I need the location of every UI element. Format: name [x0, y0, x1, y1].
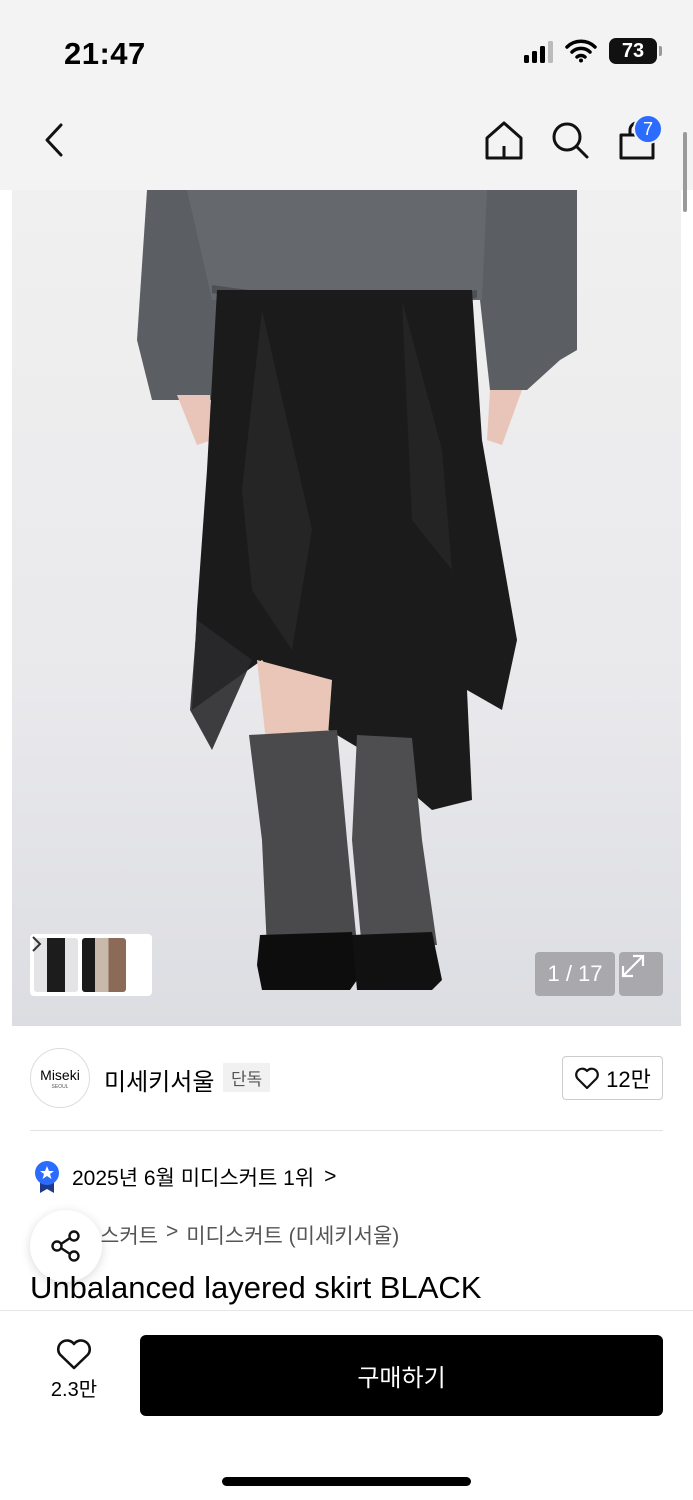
- cart-button[interactable]: 7: [615, 114, 663, 162]
- ranking-chevron: >: [324, 1165, 337, 1188]
- back-button[interactable]: [34, 118, 74, 162]
- home-indicator[interactable]: [222, 1477, 471, 1486]
- ranking-badge-icon: [35, 1161, 59, 1193]
- heart-icon: [575, 1067, 600, 1090]
- brand-like-button[interactable]: 12만: [562, 1056, 663, 1100]
- search-icon: [552, 122, 589, 159]
- share-icon: [51, 1230, 80, 1262]
- image-page-counter: 1 / 17: [535, 952, 615, 996]
- thumbnail-image[interactable]: [82, 938, 126, 992]
- thumbnail-strip[interactable]: [30, 934, 152, 996]
- brand-logo-subtext: SEOUL: [51, 1083, 69, 1090]
- search-button[interactable]: [548, 118, 592, 162]
- heart-icon: [57, 1339, 91, 1370]
- wifi-icon: [565, 39, 597, 63]
- breadcrumb-separator: >: [165, 1220, 179, 1243]
- status-time: 21:47: [64, 36, 146, 71]
- product-like-button[interactable]: 2.3만: [36, 1337, 112, 1407]
- cellular-signal-icon: [524, 39, 553, 63]
- breadcrumb-item-skirt[interactable]: 스커트: [100, 1220, 158, 1250]
- product-title: Unbalanced layered skirt BLACK: [30, 1270, 482, 1305]
- status-bar: 21:47 73: [0, 0, 693, 100]
- brand-name[interactable]: 미세키서울: [104, 1062, 214, 1097]
- brand-like-count: 12만: [606, 1067, 651, 1092]
- ranking-link[interactable]: 2025년 6월 미디스커트 1위 >: [32, 1160, 336, 1194]
- brand-logo-text: Miseki: [40, 1066, 80, 1083]
- cart-count-badge: 7: [633, 114, 663, 144]
- scrollbar[interactable]: [683, 132, 687, 212]
- home-button[interactable]: [482, 118, 526, 162]
- chevron-right-icon: [32, 936, 42, 952]
- back-icon: [45, 123, 63, 157]
- breadcrumb-item-midi-skirt[interactable]: 미디스커트 (미세키서울): [186, 1220, 399, 1250]
- breadcrumb: 스커트 > 미디스커트 (미세키서울): [100, 1220, 399, 1250]
- divider: [30, 1130, 663, 1131]
- home-icon: [485, 121, 523, 160]
- battery-indicator: 73: [609, 38, 662, 64]
- product-like-count: 2.3만: [50, 1379, 98, 1401]
- expand-icon: [621, 954, 645, 978]
- product-photo: [137, 190, 577, 990]
- ranking-text: 2025년 6월 미디스커트 1위: [72, 1167, 315, 1190]
- product-image-gallery[interactable]: 1 / 17: [12, 190, 681, 1026]
- status-icons: 73: [524, 38, 662, 64]
- buy-button[interactable]: 구매하기: [140, 1335, 663, 1416]
- expand-image-button[interactable]: [619, 952, 663, 996]
- top-nav-bar: 7: [0, 100, 693, 190]
- exclusive-badge: 단독: [223, 1063, 271, 1092]
- brand-logo[interactable]: Miseki SEOUL: [30, 1048, 90, 1108]
- bottom-action-bar: 2.3만 구매하기: [0, 1310, 693, 1500]
- brand-row: Miseki SEOUL 미세키서울 단독 12만: [30, 1046, 663, 1110]
